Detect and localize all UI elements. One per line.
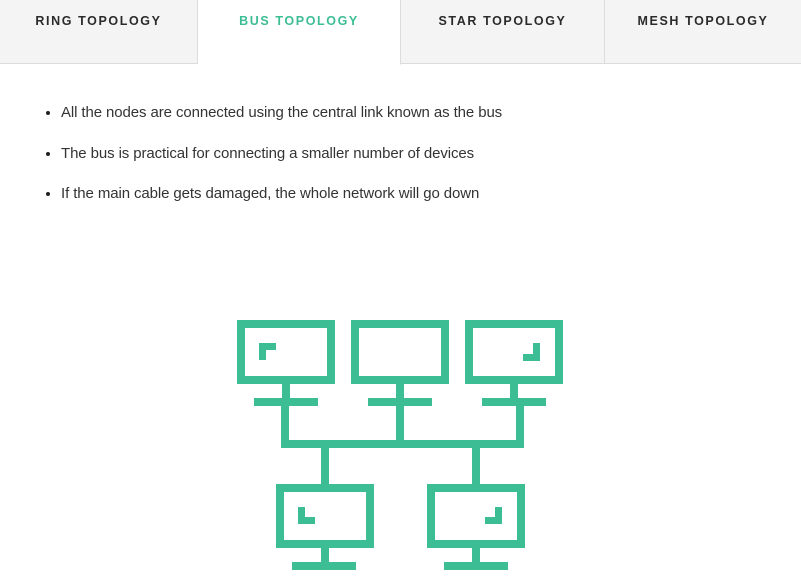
tab-star-topology[interactable]: STAR TOPOLOGY (401, 0, 605, 64)
list-item: If the main cable gets damaged, the whol… (61, 183, 502, 205)
computer-icon (427, 484, 525, 570)
bus-topology-network-icon (237, 320, 563, 570)
screen-glare-mark (523, 343, 540, 361)
screen-glare-mark (259, 343, 276, 360)
screen-glare-mark (298, 507, 315, 524)
list-item: All the nodes are connected using the ce… (61, 102, 502, 124)
computer-icon (276, 484, 374, 570)
topology-tabs: RING TOPOLOGY BUS TOPOLOGY STAR TOPOLOGY… (0, 0, 801, 65)
screen-glare-mark (485, 507, 502, 524)
feature-list: All the nodes are connected using the ce… (0, 102, 502, 224)
tab-bus-topology[interactable]: BUS TOPOLOGY (198, 0, 401, 65)
tab-mesh-topology[interactable]: MESH TOPOLOGY (605, 0, 801, 64)
computer-icon (465, 320, 563, 406)
computer-icon (237, 320, 335, 406)
computer-icon (351, 320, 449, 406)
tab-ring-topology[interactable]: RING TOPOLOGY (0, 0, 198, 64)
list-item: The bus is practical for connecting a sm… (61, 143, 502, 165)
